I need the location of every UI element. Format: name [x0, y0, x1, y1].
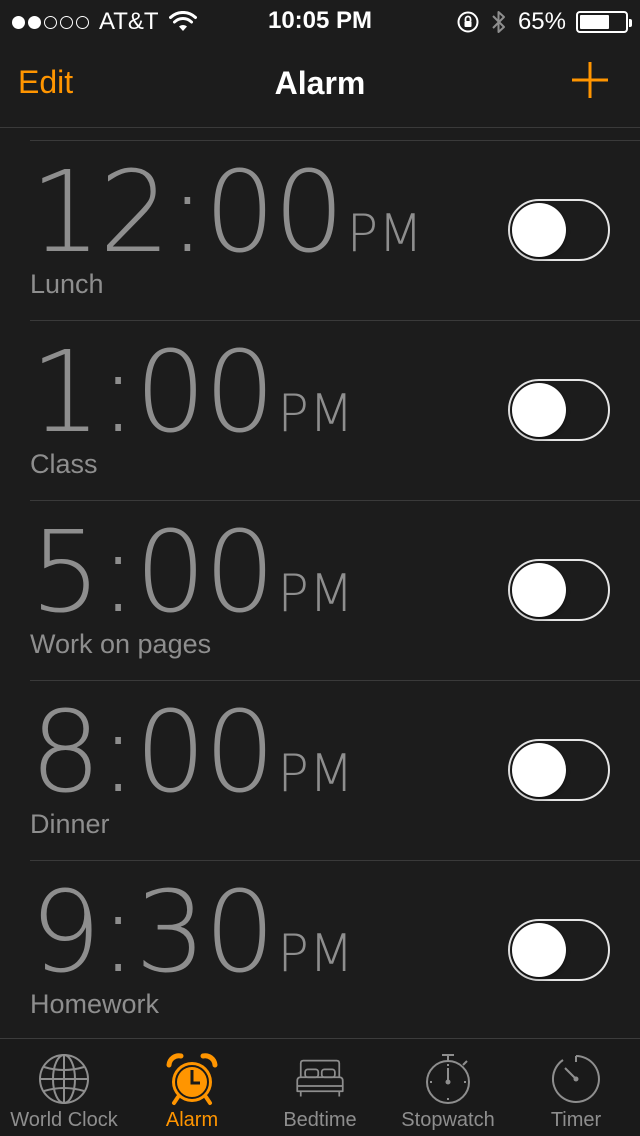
battery-cap	[629, 19, 632, 27]
alarm-toggle[interactable]	[508, 919, 610, 981]
alarm-time-ampm: PM	[346, 204, 423, 264]
status-bar: AT&T 10:05 PM 65%	[0, 0, 640, 40]
alarm-row[interactable]: 8:00PM Dinner	[30, 681, 640, 861]
alarm-time: 1:00PM	[30, 337, 354, 449]
clock-app-screen: AT&T 10:05 PM 65% Edit Alarm 12:00PM Lun…	[0, 0, 640, 1136]
edit-button[interactable]: Edit	[18, 64, 73, 101]
alarm-toggle[interactable]	[508, 199, 610, 261]
tab-timer[interactable]: Timer	[512, 1039, 640, 1136]
bluetooth-icon	[492, 11, 505, 33]
alarm-time-digits: 12:00	[30, 148, 345, 278]
toggle-knob	[512, 203, 566, 257]
battery-icon	[576, 11, 632, 33]
tab-world-clock[interactable]: World Clock	[0, 1039, 128, 1136]
alarm-time-ampm: PM	[277, 924, 354, 984]
stopwatch-icon	[426, 1054, 470, 1104]
alarm-time-ampm: PM	[277, 564, 354, 624]
alarm-row[interactable]: 5:00PM Work on pages	[30, 501, 640, 681]
alarm-label: Homework	[30, 989, 160, 1019]
alarm-time: 12:00PM	[30, 157, 423, 269]
alarm-time-digits: 5:00	[30, 508, 276, 638]
tab-label: Stopwatch	[401, 1109, 495, 1131]
globe-icon	[39, 1054, 89, 1104]
tab-label: Timer	[550, 1109, 602, 1131]
battery-percent: 65%	[517, 8, 566, 35]
add-alarm-button[interactable]	[570, 60, 610, 100]
alarm-label: Class	[30, 449, 98, 479]
plus-icon	[572, 62, 608, 98]
alarm-toggle[interactable]	[508, 559, 610, 621]
status-right: 65%	[456, 8, 632, 36]
toggle-knob	[512, 563, 566, 617]
alarm-time-digits: 8:00	[30, 688, 276, 818]
alarm-toggle[interactable]	[508, 379, 610, 441]
alarm-clock-icon	[166, 1053, 218, 1105]
battery-level	[580, 15, 609, 29]
alarm-label: Dinner	[30, 809, 110, 839]
tab-label: Alarm	[165, 1109, 219, 1131]
tab-bedtime[interactable]: Bedtime	[256, 1039, 384, 1136]
tab-alarm[interactable]: Alarm	[128, 1039, 256, 1136]
toggle-knob	[512, 743, 566, 797]
tab-bar: World Clock Alarm Bedtime Stopwatch Time…	[0, 1038, 640, 1136]
alarm-time-digits: 9:30	[30, 868, 276, 998]
alarm-row[interactable]: 12:00PM Lunch	[30, 141, 640, 321]
alarm-time-digits: 1:00	[30, 328, 276, 458]
alarm-time-ampm: PM	[277, 384, 354, 444]
tab-stopwatch[interactable]: Stopwatch	[384, 1039, 512, 1136]
alarm-time-ampm: PM	[277, 744, 354, 804]
alarm-label: Lunch	[30, 269, 104, 299]
rotation-lock-icon	[457, 11, 479, 33]
alarm-time: 9:30PM	[30, 877, 354, 989]
bed-icon	[296, 1059, 344, 1097]
alarm-toggle[interactable]	[508, 739, 610, 801]
alarm-row[interactable]: 1:00PM Class	[30, 321, 640, 501]
toggle-knob	[512, 923, 566, 977]
alarm-label: Work on pages	[30, 629, 212, 659]
page-title: Alarm	[274, 65, 366, 101]
navigation-bar: Edit Alarm	[0, 40, 640, 128]
toggle-knob	[512, 383, 566, 437]
alarm-time: 5:00PM	[30, 517, 354, 629]
alarm-row[interactable]: 9:30PM Homework	[30, 861, 640, 1041]
tab-label: Bedtime	[283, 1109, 357, 1131]
timer-icon	[552, 1055, 600, 1103]
alarm-time: 8:00PM	[30, 697, 354, 809]
tab-label: World Clock	[10, 1109, 118, 1131]
alarm-list: 12:00PM Lunch 1:00PM Class 5:00PM Work o…	[30, 140, 640, 1041]
